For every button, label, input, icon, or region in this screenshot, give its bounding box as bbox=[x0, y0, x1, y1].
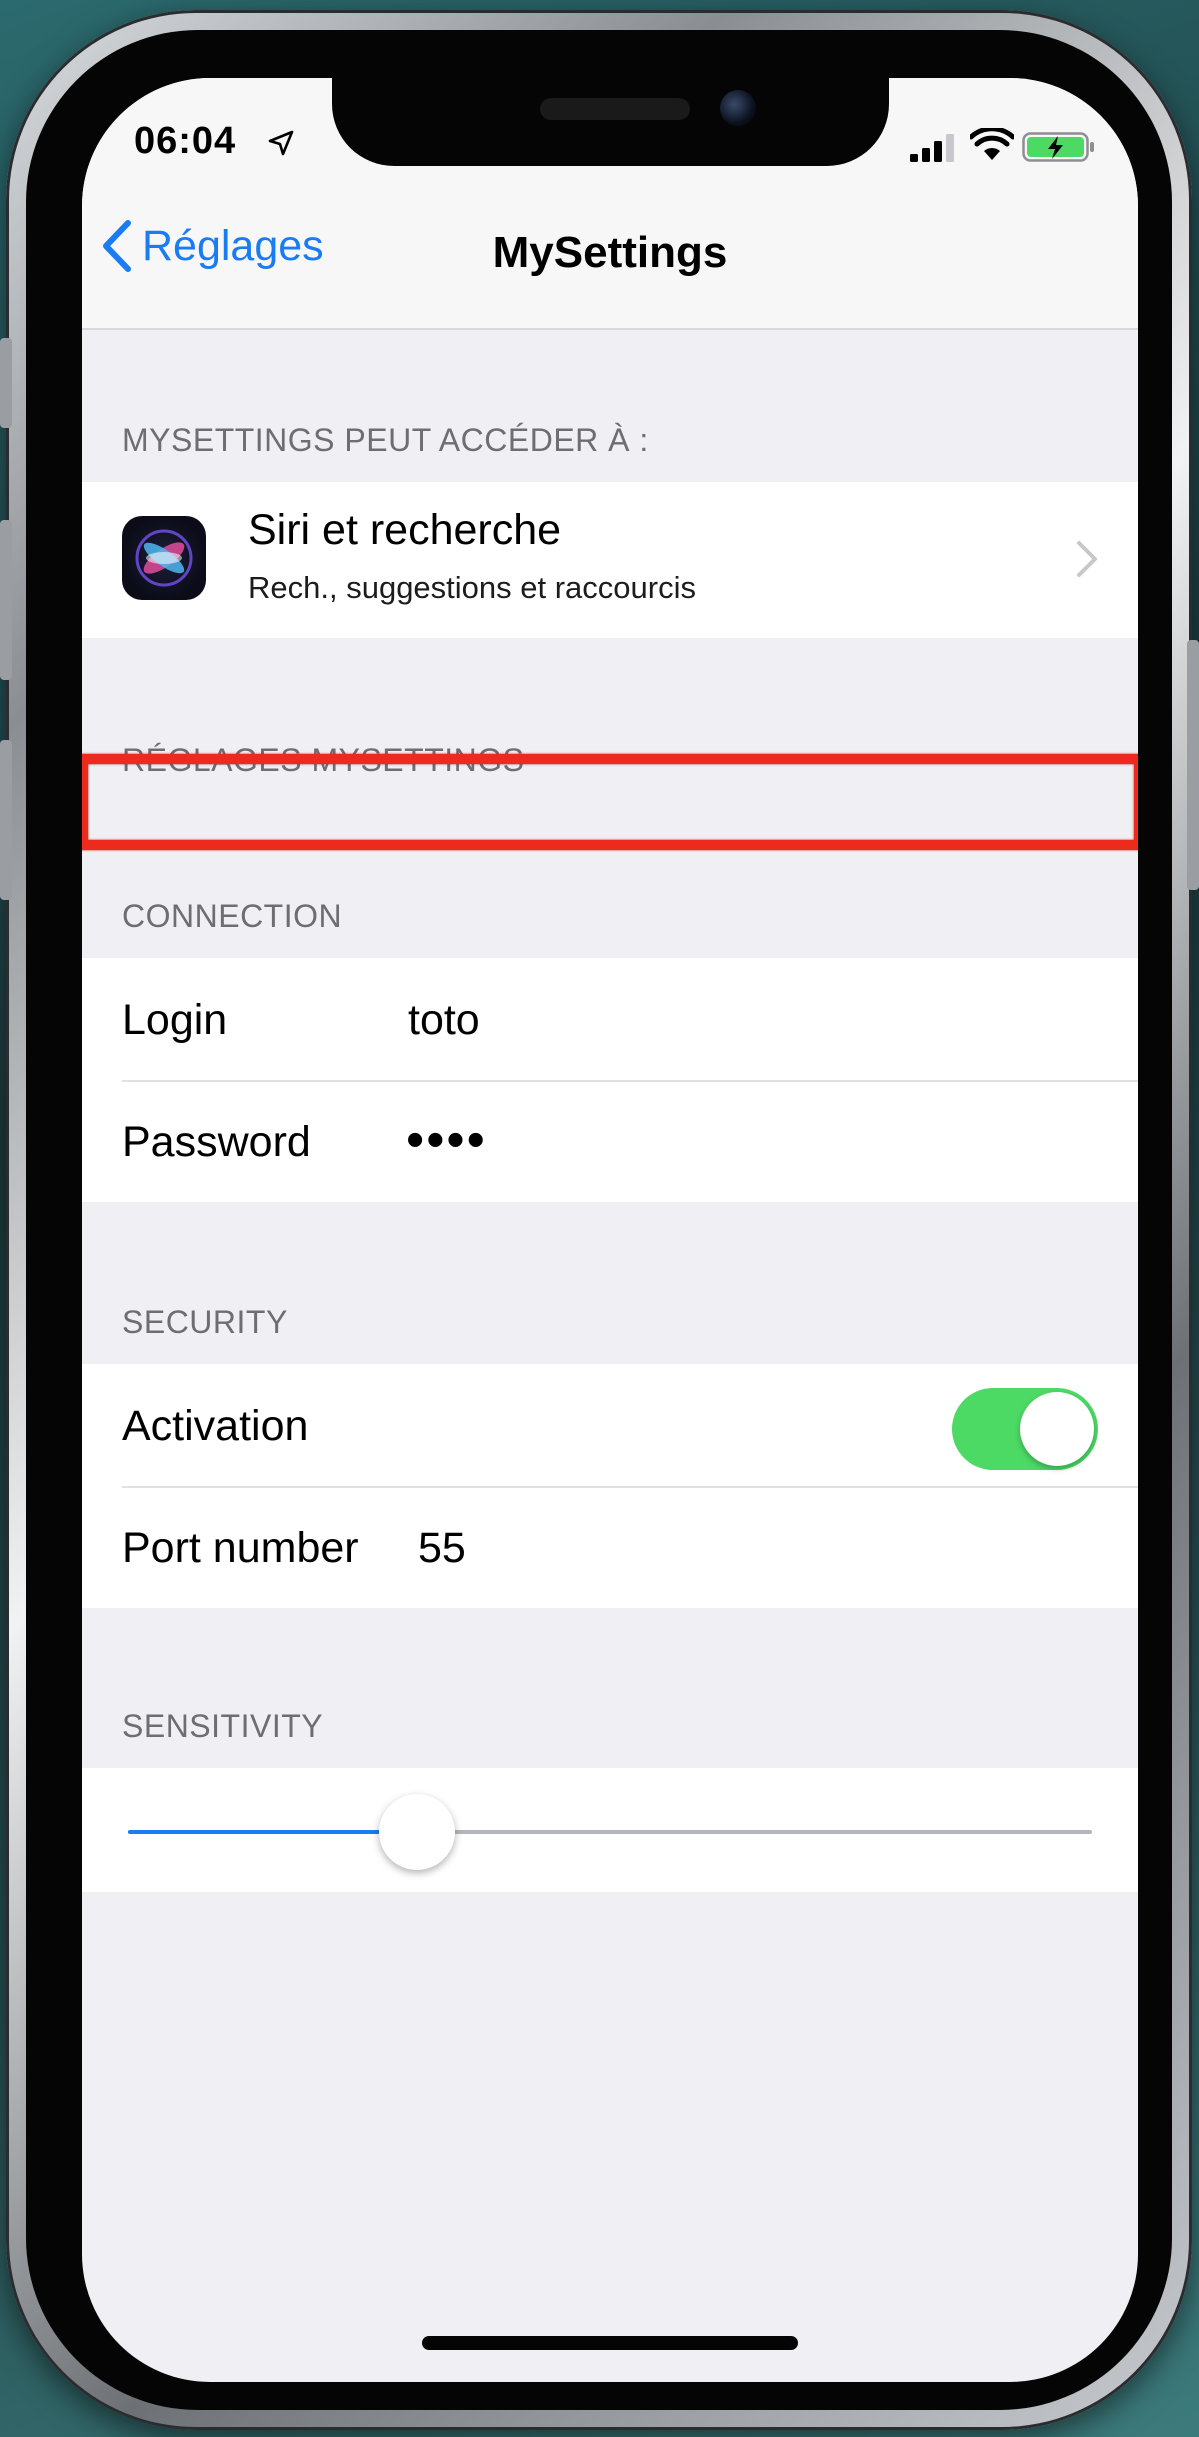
slider-track-fill bbox=[128, 1830, 418, 1834]
sensitivity-slider-thumb[interactable] bbox=[379, 1794, 456, 1870]
chevron-left-icon bbox=[103, 220, 131, 272]
siri-search-row[interactable]: Siri et recherche Rech., suggestions et … bbox=[82, 482, 1138, 638]
home-indicator[interactable] bbox=[422, 2336, 798, 2350]
section-header-access: MYSETTINGS PEUT ACCÉDER À : bbox=[122, 422, 649, 458]
back-button[interactable]: Réglages bbox=[102, 216, 324, 276]
port-number-field[interactable]: 55 bbox=[418, 1524, 466, 1573]
siri-icon bbox=[122, 516, 206, 600]
wifi-icon bbox=[970, 128, 1014, 160]
password-highlight-box bbox=[82, 754, 1138, 850]
cellular-signal-icon bbox=[910, 134, 954, 162]
password-field[interactable]: •••• bbox=[406, 1110, 487, 1170]
section-header-security: SECURITY bbox=[122, 1304, 288, 1340]
speaker bbox=[540, 98, 690, 120]
port-number-label: Port number bbox=[122, 1524, 359, 1572]
siri-subtitle: Rech., suggestions et raccourcis bbox=[248, 570, 696, 605]
power-button bbox=[1187, 640, 1199, 890]
toggle-knob bbox=[1020, 1392, 1094, 1466]
section-header-connection: CONNECTION bbox=[122, 898, 343, 934]
sensitivity-group bbox=[82, 1768, 1138, 1892]
activation-label: Activation bbox=[122, 1402, 309, 1450]
volume-up-button bbox=[0, 520, 12, 680]
login-field[interactable]: toto bbox=[408, 996, 480, 1045]
activation-row: Activation bbox=[82, 1364, 1138, 1486]
navigation-bar: Réglages MySettings bbox=[82, 178, 1138, 330]
front-camera bbox=[720, 90, 756, 126]
login-row[interactable]: Login toto bbox=[82, 958, 1138, 1080]
security-group: Activation Port number 55 bbox=[82, 1364, 1138, 1608]
connection-group: Login toto Password •••• bbox=[82, 958, 1138, 1202]
siri-title: Siri et recherche bbox=[248, 506, 562, 554]
battery-charging-icon bbox=[1022, 132, 1094, 162]
activation-toggle[interactable] bbox=[952, 1388, 1098, 1470]
silent-switch bbox=[0, 338, 12, 428]
notch bbox=[332, 78, 889, 166]
location-arrow-icon bbox=[268, 130, 294, 156]
chevron-right-icon bbox=[1077, 541, 1097, 577]
password-row[interactable]: Password •••• bbox=[82, 1080, 1138, 1202]
login-label: Login bbox=[122, 996, 228, 1044]
port-number-row[interactable]: Port number 55 bbox=[82, 1486, 1138, 1608]
back-button-label: Réglages bbox=[142, 221, 324, 270]
status-time: 06:04 bbox=[134, 120, 237, 162]
access-group: Siri et recherche Rech., suggestions et … bbox=[82, 482, 1138, 638]
phone-screen: 06:04 Réglages MySettings MYSETTINGS PEU… bbox=[82, 78, 1138, 2382]
volume-down-button bbox=[0, 740, 12, 900]
password-label: Password bbox=[122, 1118, 311, 1166]
section-header-sensitivity: SENSITIVITY bbox=[122, 1708, 324, 1744]
